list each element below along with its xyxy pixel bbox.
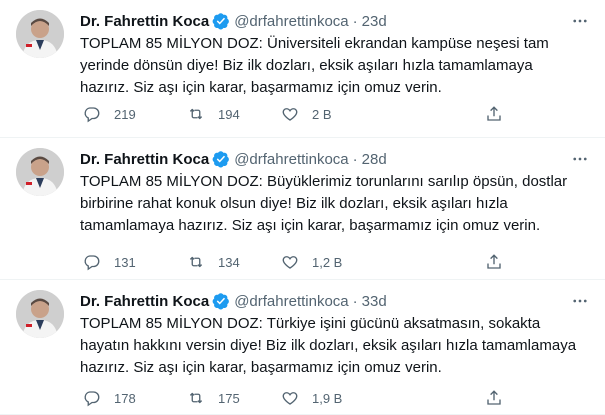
tweet-feed: Dr. Fahrettin Koca @drfahrettinkoca · 23… — [0, 0, 605, 415]
like-button[interactable]: 2 B — [280, 104, 332, 124]
separator: · — [352, 292, 358, 310]
like-icon — [280, 388, 300, 408]
retweet-icon — [186, 252, 206, 272]
reply-count: 178 — [114, 390, 136, 406]
separator: · — [352, 12, 358, 30]
avatar[interactable] — [16, 290, 64, 338]
share-icon — [484, 388, 504, 408]
like-count: 1,2 B — [312, 254, 343, 270]
like-count: 1,9 B — [312, 390, 343, 406]
tweet-header: Dr. Fahrettin Koca @drfahrettinkoca · 28… — [80, 148, 591, 170]
retweet-icon — [186, 388, 206, 408]
author-handle[interactable]: @drfahrettinkoca — [234, 293, 348, 310]
like-icon — [280, 104, 300, 124]
tweet-header: Dr. Fahrettin Koca @drfahrettinkoca · 33… — [80, 290, 591, 312]
tweet-age[interactable]: 23d — [362, 13, 387, 30]
share-button[interactable] — [484, 388, 504, 408]
author-name[interactable]: Dr. Fahrettin Koca — [80, 13, 209, 30]
verified-badge-icon — [212, 12, 230, 30]
tweet[interactable]: Dr. Fahrettin Koca @drfahrettinkoca · 33… — [0, 280, 605, 415]
avatar[interactable] — [16, 10, 64, 58]
share-button[interactable] — [484, 104, 504, 124]
reply-count: 219 — [114, 106, 136, 122]
retweet-button[interactable]: 194 — [186, 104, 240, 124]
verified-badge-icon — [212, 292, 230, 310]
tweet-header: Dr. Fahrettin Koca @drfahrettinkoca · 23… — [80, 10, 591, 32]
separator: · — [352, 150, 358, 168]
like-button[interactable]: 1,9 B — [280, 388, 342, 408]
reply-button[interactable]: 219 — [82, 104, 136, 124]
retweet-button[interactable]: 134 — [186, 252, 240, 272]
tweet-text: TOPLAM 85 MİLYON DOZ: Türkiye işini gücü… — [80, 315, 577, 376]
more-icon[interactable] — [569, 148, 591, 170]
retweet-count: 134 — [218, 254, 240, 270]
more-icon[interactable] — [569, 10, 591, 32]
like-count: 2 B — [312, 106, 332, 122]
tweet[interactable]: Dr. Fahrettin Koca @drfahrettinkoca · 28… — [0, 138, 605, 280]
reply-icon — [82, 252, 102, 272]
reply-button[interactable]: 131 — [82, 252, 136, 272]
tweet-text: TOPLAM 85 MİLYON DOZ: Büyüklerimiz torun… — [80, 173, 568, 234]
tweet-actions: 219 194 2 B — [74, 104, 514, 124]
like-button[interactable]: 1,2 B — [280, 252, 342, 272]
tweet-age[interactable]: 33d — [362, 293, 387, 310]
retweet-count: 194 — [218, 106, 240, 122]
share-button[interactable] — [484, 252, 504, 272]
author-handle[interactable]: @drfahrettinkoca — [234, 13, 348, 30]
retweet-button[interactable]: 175 — [186, 388, 240, 408]
reply-icon — [82, 104, 102, 124]
verified-badge-icon — [212, 150, 230, 168]
reply-icon — [82, 388, 102, 408]
author-name[interactable]: Dr. Fahrettin Koca — [80, 293, 209, 310]
author-name[interactable]: Dr. Fahrettin Koca — [80, 151, 209, 168]
tweet-actions: 178 175 1,9 B — [74, 388, 514, 408]
more-icon[interactable] — [569, 290, 591, 312]
avatar[interactable] — [16, 148, 64, 196]
tweet-text: TOPLAM 85 MİLYON DOZ: Üniversiteli ekran… — [80, 35, 549, 96]
reply-button[interactable]: 178 — [82, 388, 136, 408]
like-icon — [280, 252, 300, 272]
author-handle[interactable]: @drfahrettinkoca — [234, 151, 348, 168]
retweet-icon — [186, 104, 206, 124]
retweet-count: 175 — [218, 390, 240, 406]
share-icon — [484, 104, 504, 124]
tweet-age[interactable]: 28d — [362, 151, 387, 168]
share-icon — [484, 252, 504, 272]
reply-count: 131 — [114, 254, 136, 270]
tweet[interactable]: Dr. Fahrettin Koca @drfahrettinkoca · 23… — [0, 0, 605, 138]
tweet-actions: 131 134 1,2 B — [74, 252, 514, 272]
